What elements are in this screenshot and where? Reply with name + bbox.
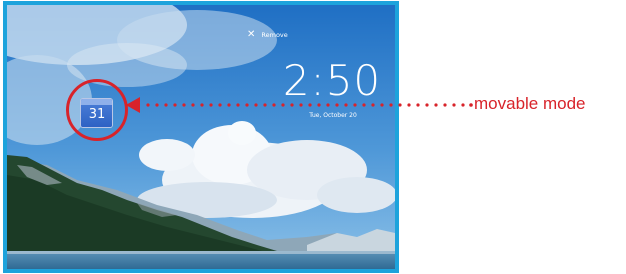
arrowhead-icon <box>126 97 140 113</box>
remove-label: Remove <box>261 31 288 39</box>
page: ✕ Remove 2:50 Tue, October 20 31 movable… <box>0 0 626 274</box>
wallpaper-landscape <box>7 5 395 269</box>
close-icon: ✕ <box>247 29 256 40</box>
highlight-ring <box>66 79 128 141</box>
device-screen: ✕ Remove 2:50 Tue, October 20 <box>3 1 399 273</box>
callout-arrow <box>126 97 473 113</box>
callout-label: movable mode <box>474 94 586 113</box>
remove-button[interactable]: ✕ Remove <box>247 30 288 40</box>
dotted-leader-line <box>146 103 473 107</box>
